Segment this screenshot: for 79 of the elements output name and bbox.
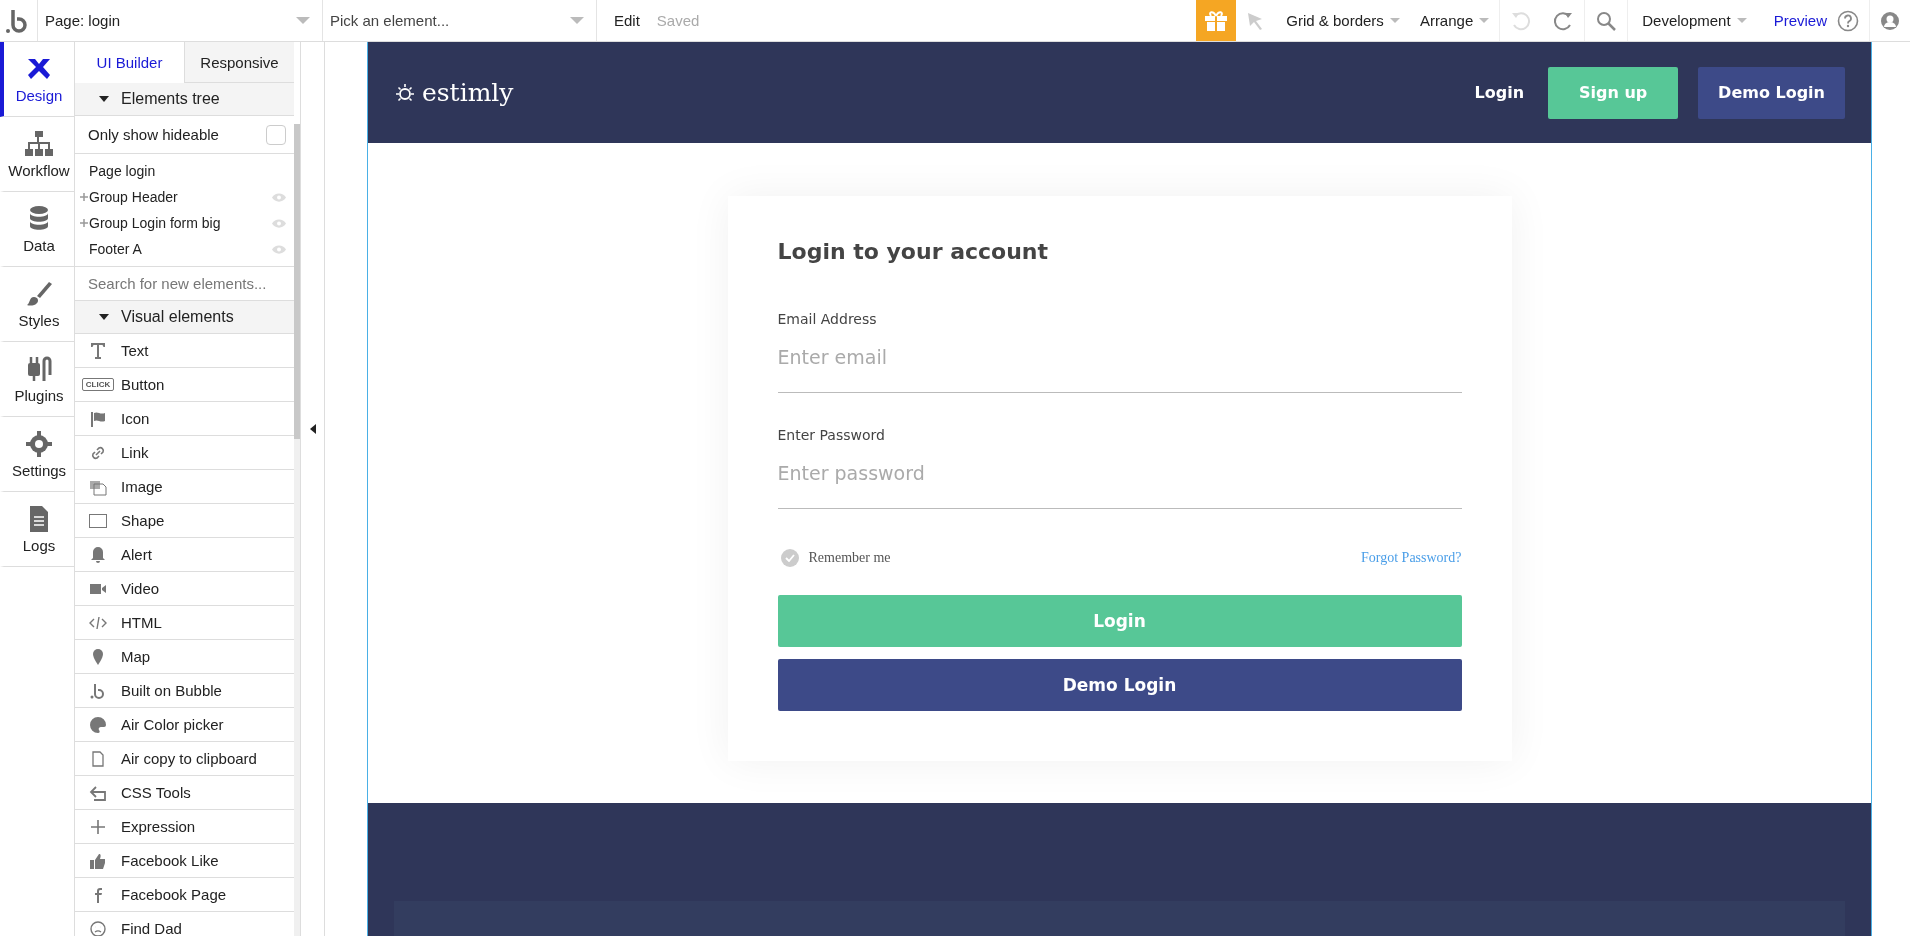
alert-icon [89, 545, 107, 564]
button-icon: CLICK [81, 378, 115, 391]
hideable-checkbox[interactable] [266, 124, 286, 145]
demo-login-button[interactable]: Demo Login [777, 659, 1462, 711]
text-icon [89, 341, 107, 360]
tree-item[interactable]: Group Login form big [89, 215, 272, 231]
palette-icon [89, 715, 107, 734]
element-type-item[interactable]: Air Color picker [121, 716, 224, 733]
caret-icon[interactable] [570, 17, 584, 24]
element-type-item[interactable]: CSS Tools [121, 784, 191, 801]
elements-tree-header[interactable]: Elements tree [75, 83, 294, 116]
demo-login-button[interactable]: Demo Login [1698, 66, 1845, 119]
collapse-icon[interactable] [309, 424, 316, 434]
plus-icon [89, 817, 107, 836]
element-type-item[interactable]: Map [121, 648, 151, 665]
checkmark-icon [784, 554, 795, 562]
page-selector[interactable]: Page: login [37, 0, 322, 41]
brand-logo[interactable]: estimly [422, 78, 514, 107]
arrange-menu[interactable]: Arrange [1419, 12, 1490, 29]
tree-item[interactable]: Page login [89, 163, 286, 179]
copy-icon [89, 749, 107, 768]
remember-label: Remember me [808, 550, 892, 566]
field-label: Enter Password [777, 427, 886, 443]
sidebar-nav-item[interactable]: Settings [0, 417, 74, 492]
sidebar-nav-item[interactable]: Data [0, 192, 74, 267]
input-field[interactable]: Enter email [777, 346, 1462, 393]
element-type-item[interactable]: Image [121, 478, 163, 495]
gift-icon[interactable] [1196, 0, 1237, 41]
field-label: Email Address [777, 311, 878, 327]
shape-icon [89, 511, 107, 530]
login-link[interactable]: Login [1474, 83, 1525, 102]
eye-icon[interactable] [272, 218, 286, 228]
redo-icon[interactable] [1552, 9, 1575, 32]
tree-item[interactable]: Group Header [89, 189, 272, 205]
environment-menu[interactable]: Development [1642, 12, 1747, 29]
bubble-icon [89, 681, 107, 700]
element-type-item[interactable]: Video [121, 580, 160, 597]
like-icon [89, 851, 107, 870]
form-title: Login to your account [777, 239, 1050, 264]
sidebar-nav-item[interactable]: Styles [0, 267, 74, 342]
brush-icon [24, 279, 54, 308]
element-type-item[interactable]: Button [121, 376, 165, 393]
element-type-item[interactable]: Text [121, 342, 149, 359]
sun-icon [394, 81, 416, 104]
undo-icon[interactable] [1510, 9, 1533, 32]
visual-elements-header[interactable]: Visual elements [75, 301, 294, 334]
sidebar-nav-item[interactable]: Workflow [0, 117, 74, 192]
user-avatar-icon[interactable] [1880, 10, 1900, 31]
css-icon [89, 783, 107, 802]
search-icon[interactable] [1595, 9, 1618, 32]
save-status: Saved [656, 12, 700, 29]
element-type-item[interactable]: Built on Bubble [121, 682, 222, 699]
element-type-item[interactable]: Expression [121, 818, 196, 835]
filter-label: Only show hideable [88, 126, 219, 143]
element-type-item[interactable]: Air copy to clipboard [121, 750, 257, 767]
sidebar-nav-item[interactable]: Logs [0, 492, 74, 567]
eye-icon[interactable] [272, 244, 286, 254]
remember-checkbox[interactable] [780, 549, 799, 567]
help-icon[interactable] [1837, 9, 1859, 32]
element-type-item[interactable]: Link [121, 444, 149, 461]
element-type-item[interactable]: Facebook Like [121, 852, 219, 869]
input-field[interactable]: Enter password [777, 462, 1462, 509]
element-type-item[interactable]: HTML [121, 614, 162, 631]
grid-menu[interactable]: Grid & borders [1286, 12, 1400, 29]
eye-icon[interactable] [272, 192, 286, 202]
element-type-item[interactable]: Find Dad [121, 920, 182, 936]
panel-tab[interactable]: Responsive [184, 42, 294, 83]
sidebar-nav-item[interactable]: Plugins [0, 342, 74, 417]
element-picker-field[interactable]: Pick an element... [330, 12, 550, 29]
element-type-item[interactable]: Alert [121, 546, 152, 563]
expand-icon[interactable] [80, 193, 88, 201]
edit-menu[interactable]: Edit [614, 12, 640, 29]
element-type-item[interactable]: Facebook Page [121, 886, 227, 903]
element-type-item[interactable]: Shape [121, 512, 165, 529]
element-type-item[interactable]: Icon [121, 410, 150, 427]
sitemap-icon [24, 129, 54, 158]
preview-link[interactable]: Preview [1773, 12, 1827, 29]
expand-icon[interactable] [80, 219, 88, 227]
tree-item[interactable]: Footer A [89, 241, 272, 257]
